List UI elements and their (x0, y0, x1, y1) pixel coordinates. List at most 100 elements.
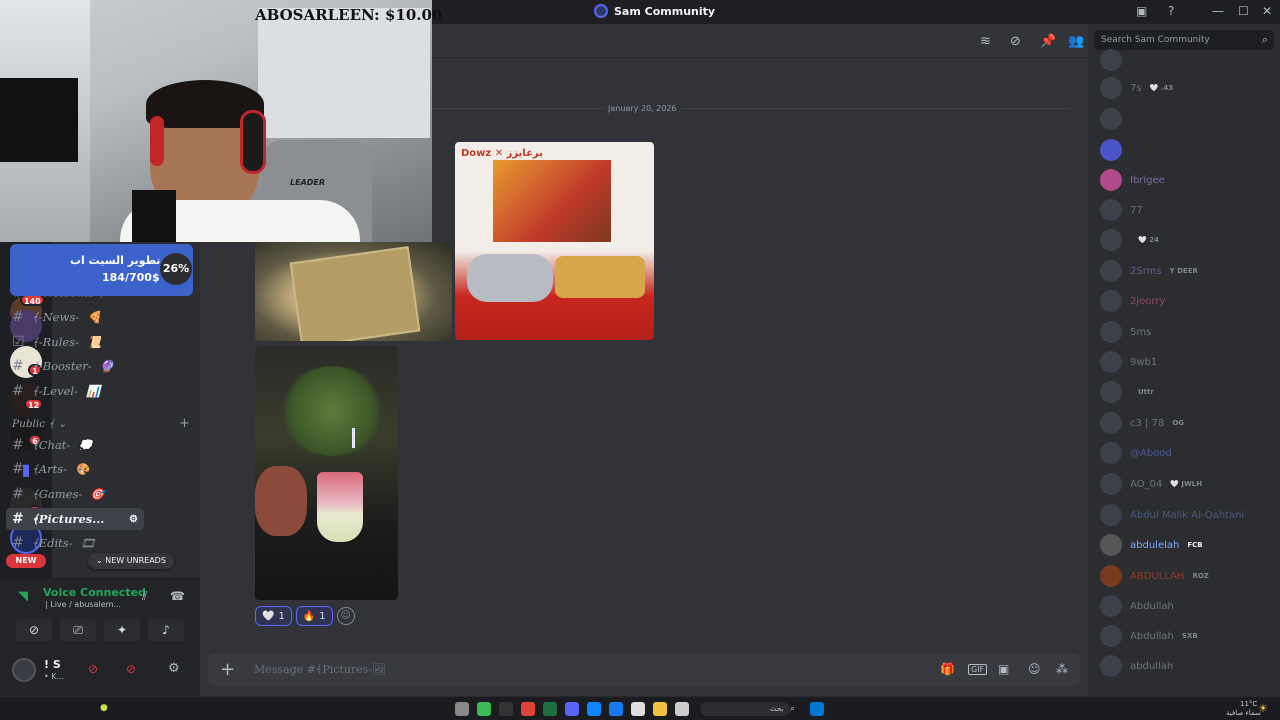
help-icon[interactable]: ? (1168, 4, 1174, 18)
member-item[interactable]: Uttr (1100, 380, 1154, 404)
new-unreads-button[interactable]: ⌄ NEW UNREADS (88, 553, 174, 569)
taskbar-app-icon[interactable] (455, 702, 469, 716)
channel-news[interactable]: # ﴾-News- 🍕 (6, 306, 144, 328)
channel-rules[interactable]: ☑ ﴾-Rules- 📜 (6, 331, 144, 353)
taskbar-app-icon[interactable] (609, 702, 623, 716)
channel-settings-icon[interactable]: ⚙ (129, 514, 138, 525)
member-item[interactable]: 🤍 24 (1100, 228, 1159, 252)
channel-emoji: 📊 (85, 384, 101, 398)
windows-start-icon[interactable] (810, 702, 824, 716)
avatar (1100, 595, 1122, 617)
file-explorer-icon[interactable] (653, 702, 667, 716)
avatar[interactable] (12, 658, 36, 682)
taskbar-app-icon[interactable] (675, 702, 689, 716)
member-item[interactable]: 2Srms Y DEER (1100, 259, 1198, 283)
member-item[interactable]: ABDULLAH ROZ (1100, 564, 1209, 588)
member-item[interactable] (1100, 48, 1138, 72)
apps-icon[interactable]: ⁂ (1056, 662, 1068, 676)
channel-emoji: 🎨 (74, 462, 90, 476)
member-item[interactable]: Abdul Malik Al-Qahtani (1100, 503, 1252, 527)
camera-button[interactable]: ⊘ (16, 619, 52, 641)
member-item[interactable]: 2joorry (1100, 289, 1173, 313)
threads-icon[interactable]: ≋ (980, 34, 991, 49)
channel-chat[interactable]: # ﴾Chat- 💭 (6, 434, 144, 456)
deafen-icon[interactable]: ⊘ (126, 662, 136, 676)
composer-placeholder[interactable]: Message #﴾Pictures-🖼 (254, 663, 386, 676)
edge-taskbar-icon[interactable] (587, 702, 601, 716)
member-item[interactable]: Abdullah (1100, 594, 1182, 618)
cake-image[interactable] (255, 346, 398, 600)
upload-plus-icon[interactable]: + (220, 659, 235, 680)
member-item[interactable]: 7s 🤍 .43 (1100, 76, 1173, 100)
channel-games[interactable]: # ﴾Games- 🎯 (6, 483, 144, 505)
search-input[interactable]: Search Sam Community (1101, 35, 1210, 45)
minimize-button[interactable]: — (1212, 4, 1224, 18)
member-item[interactable]: AO_04 🤍 JWLH (1100, 472, 1202, 496)
tray-icon[interactable]: ● (100, 703, 108, 713)
category-public[interactable]: Public ﴾ ⌄ (12, 418, 67, 430)
pin-icon[interactable]: 📌 (1040, 34, 1056, 49)
member-item[interactable]: c3 | 78 OG (1100, 411, 1184, 435)
search-icon[interactable]: ⌕ (1262, 33, 1268, 47)
channel-emoji: 🎞 (80, 536, 96, 550)
voice-status[interactable]: Voice Connected (43, 586, 146, 599)
member-item[interactable] (1100, 107, 1138, 131)
maximize-button[interactable]: ☐ (1238, 4, 1249, 18)
taskbar-app-icon[interactable] (477, 702, 491, 716)
chair-brand: LEADER (290, 178, 326, 187)
channel-arts[interactable]: # ﴾Arts- 🎨 (6, 458, 144, 480)
channel-name: ﴾-Rules- (32, 335, 79, 349)
search-bar[interactable]: Search Sam Community ⌕ (1094, 30, 1274, 50)
taskbar-app-icon[interactable] (521, 702, 535, 716)
add-reaction-icon[interactable]: ☺ (336, 607, 355, 625)
activities-button[interactable]: ✦ (104, 619, 140, 641)
channel-edits[interactable]: # ﴾Edits- 🎞 (6, 532, 144, 554)
notifications-muted-icon[interactable]: ⊘ (1010, 34, 1021, 49)
soundboard-button[interactable]: ♪ (148, 619, 184, 641)
avatar (1100, 504, 1122, 526)
member-item[interactable]: 9wb1 (1100, 350, 1165, 374)
voice-channel[interactable]: | Live / abusalem... (45, 600, 121, 609)
close-button[interactable]: ✕ (1262, 4, 1272, 18)
taskbar-search-icon[interactable]: ⌕ (790, 704, 795, 714)
emoji-icon[interactable]: ☺ (1028, 662, 1041, 676)
mute-icon[interactable]: ⊘ (88, 662, 98, 676)
member-item[interactable]: abdulelah FCB (1100, 533, 1203, 557)
food-image-burger-box[interactable]: Dowz ✕ برعايزز (455, 142, 654, 340)
reaction-fire[interactable]: 🔥 1 (295, 606, 333, 626)
signal-icon[interactable]: ◥ (18, 589, 28, 604)
avatar (1100, 108, 1122, 130)
channel-booster[interactable]: # ﴾-Booster- 🔮 (6, 355, 144, 377)
message-composer[interactable]: + Message #﴾Pictures-🖼 🎁 GIF ▣ ☺ ⁂ (208, 654, 1080, 686)
channel-pictures[interactable]: # ﴾Pictures... ⚙ (6, 508, 144, 530)
new-pill[interactable]: NEW (6, 554, 46, 568)
noise-suppression-icon[interactable]: ⫽ (142, 589, 147, 604)
member-item[interactable]: @Abood (1100, 441, 1180, 465)
plant (277, 366, 387, 456)
member-list-icon[interactable]: 👥 (1068, 34, 1084, 49)
taskbar-app-icon[interactable] (543, 702, 557, 716)
food-image-bread[interactable] (255, 242, 452, 341)
reaction-heart[interactable]: 🤍 1 (255, 606, 292, 626)
taskbar-app-icon[interactable] (499, 702, 513, 716)
server-logo-icon (594, 4, 608, 18)
screen-share-button[interactable]: ⎚ (60, 619, 96, 641)
hash-icon: # (12, 309, 24, 325)
discord-taskbar-icon[interactable] (565, 702, 579, 716)
inbox-icon[interactable]: ▣ (1136, 4, 1147, 18)
member-item[interactable]: Abdullah SXB (1100, 624, 1198, 648)
member-item[interactable]: 77 (1100, 198, 1151, 222)
member-item[interactable] (1100, 138, 1138, 162)
window-title-text: Sam Community (614, 4, 716, 18)
add-channel-icon[interactable]: + (179, 416, 190, 431)
member-item[interactable]: abdullah (1100, 654, 1181, 678)
member-item[interactable]: 5ms (1100, 320, 1159, 344)
settings-gear-icon[interactable]: ⚙ (168, 661, 180, 676)
sticker-icon[interactable]: ▣ (998, 662, 1009, 676)
channel-level[interactable]: # ﴾-Level- 📊 (6, 380, 144, 402)
taskbar-app-icon[interactable] (631, 702, 645, 716)
member-item[interactable]: Ibrigee (1100, 168, 1173, 192)
gift-icon[interactable]: 🎁 (940, 662, 955, 676)
gif-icon[interactable]: GIF (968, 664, 988, 675)
disconnect-icon[interactable]: ☎ (170, 589, 185, 603)
